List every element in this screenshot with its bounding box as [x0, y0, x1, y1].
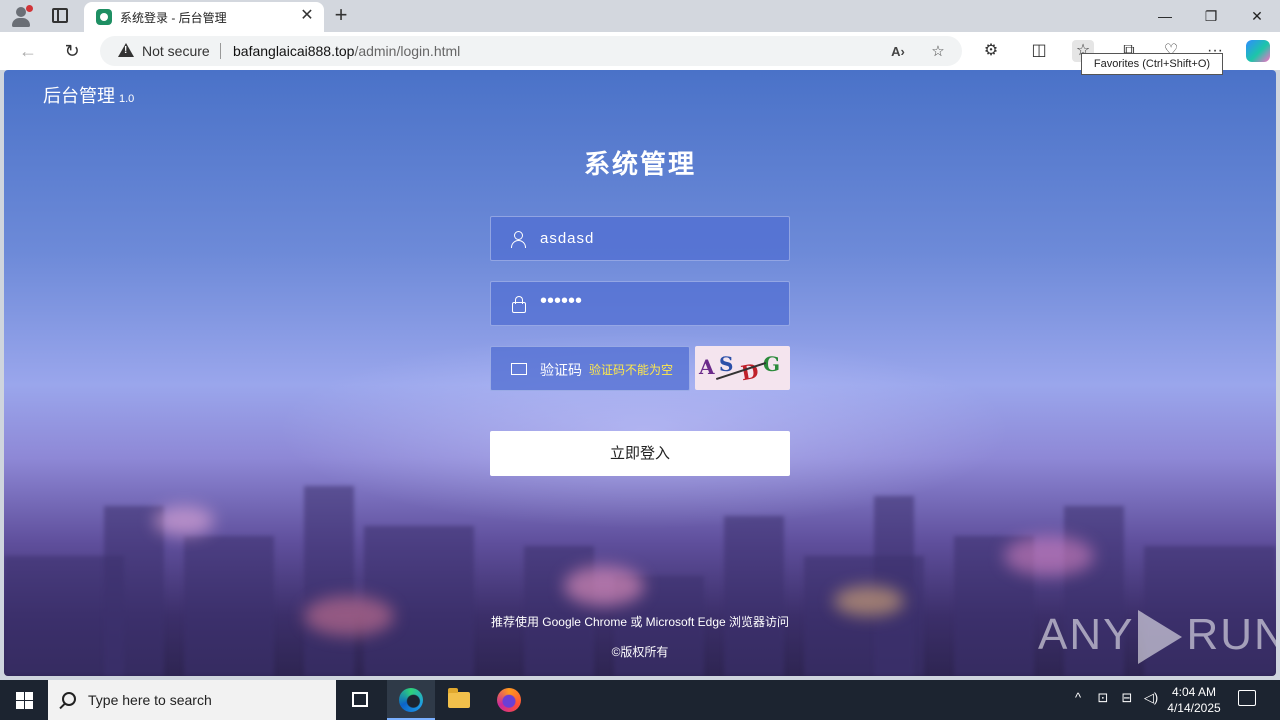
tray-app-icon[interactable]: ⊡: [1093, 690, 1113, 706]
back-button[interactable]: ←: [16, 39, 40, 63]
add-favorite-icon[interactable]: ☆: [928, 42, 948, 62]
anyrun-watermark: ANY RUN: [1038, 610, 1276, 670]
url-domain: bafanglaicai888.top: [233, 43, 355, 59]
play-icon: [1138, 610, 1183, 665]
captcha-error: 验证码不能为空: [589, 363, 674, 377]
restore-button[interactable]: ❐: [1188, 0, 1234, 32]
close-window-button[interactable]: ✕: [1234, 0, 1280, 32]
firefox-icon: [497, 688, 521, 712]
search-placeholder: Type here to search: [88, 692, 212, 708]
notification-icon[interactable]: [1238, 690, 1256, 706]
captcha-char: A: [699, 355, 715, 379]
refresh-button[interactable]: ↻: [60, 39, 84, 63]
page-title: 系统管理: [583, 149, 696, 179]
url-text[interactable]: bafanglaicai888.top/admin/login.html: [233, 43, 460, 59]
lock-icon: [509, 295, 529, 313]
admin-brand: 后台管理 1.0: [43, 82, 134, 108]
brand-name: 后台管理: [43, 86, 115, 106]
url-path: /admin/login.html: [354, 43, 461, 59]
captcha-placeholder[interactable]: 验证码: [540, 360, 582, 380]
taskbar: Type here to search ^ ⊡ ⊟ ◁) 4:04 AM 4/1…: [0, 680, 1280, 720]
volume-icon[interactable]: ◁): [1141, 690, 1161, 706]
browser-tab-active[interactable]: 系统登录 - 后台管理 ✕: [84, 2, 324, 32]
captcha-field[interactable]: 验证码 验证码不能为空: [490, 346, 690, 391]
brand-version: 1.0: [119, 93, 135, 105]
task-view-button[interactable]: [336, 680, 384, 720]
warning-icon[interactable]: [118, 43, 134, 57]
site-favicon-icon: [96, 9, 112, 25]
password-field[interactable]: ••••••: [490, 281, 790, 326]
security-status[interactable]: Not secure: [142, 43, 210, 59]
captcha-char: D: [739, 358, 761, 386]
taskbar-edge[interactable]: [387, 680, 435, 720]
extensions-icon[interactable]: ⚙: [980, 40, 1002, 62]
close-tab-icon[interactable]: ✕: [298, 7, 316, 25]
clock-time: 4:04 AM: [1171, 685, 1217, 699]
new-tab-button[interactable]: +: [330, 4, 352, 26]
url-divider: [220, 43, 221, 59]
minimize-button[interactable]: —: [1142, 0, 1188, 32]
tab-title: 系统登录 - 后台管理: [120, 11, 227, 25]
edge-icon: [399, 688, 423, 712]
search-icon: [62, 692, 76, 706]
page-viewport: 后台管理 1.0 系统管理 asdasd •••••• 验证码 验证码不能为空 A…: [4, 70, 1276, 676]
address-bar[interactable]: Not secure bafanglaicai888.top/admin/log…: [100, 36, 962, 66]
split-screen-icon[interactable]: ◫: [1028, 40, 1050, 62]
start-button[interactable]: [0, 680, 48, 720]
clock-date: 4/14/2025: [1167, 701, 1221, 715]
tab-actions-icon[interactable]: [52, 8, 68, 23]
system-clock[interactable]: 4:04 AM 4/14/2025: [1162, 684, 1226, 716]
user-icon: [509, 230, 529, 248]
password-value[interactable]: ••••••: [540, 290, 582, 313]
image-icon: [509, 360, 529, 378]
favorites-tooltip: Favorites (Ctrl+Shift+O): [1081, 53, 1223, 75]
copilot-icon[interactable]: [1246, 40, 1270, 62]
taskbar-firefox[interactable]: [485, 680, 533, 720]
show-hidden-icons-icon[interactable]: ^: [1068, 690, 1088, 705]
read-aloud-icon[interactable]: A›: [888, 42, 908, 62]
network-icon[interactable]: ⊟: [1117, 690, 1137, 706]
watermark-left: ANY: [1038, 610, 1135, 659]
username-value[interactable]: asdasd: [540, 230, 594, 247]
folder-icon: [448, 688, 470, 708]
browser-title-bar: 系统登录 - 后台管理 ✕ + — ❐ ✕: [0, 0, 1280, 32]
watermark-right: RUN: [1186, 610, 1276, 659]
task-view-icon: [352, 692, 368, 707]
taskbar-file-explorer[interactable]: [435, 680, 483, 720]
taskbar-search[interactable]: Type here to search: [48, 680, 336, 720]
profile-icon[interactable]: [10, 5, 33, 27]
captcha-image[interactable]: A S D G: [695, 346, 790, 390]
username-field[interactable]: asdasd: [490, 216, 790, 261]
login-button[interactable]: 立即登入: [490, 431, 790, 476]
